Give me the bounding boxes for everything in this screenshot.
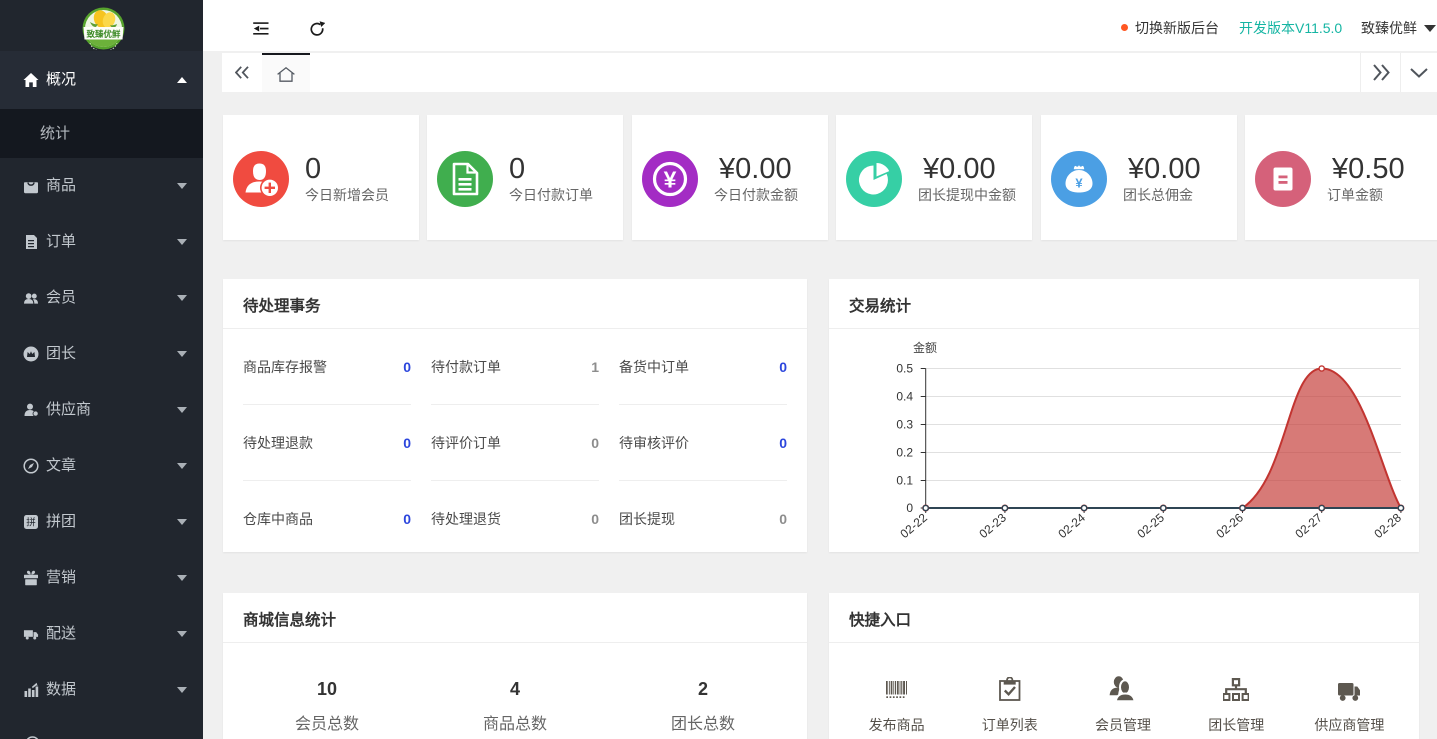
svg-text:02-28: 02-28 xyxy=(1371,510,1404,541)
svg-text:0.1: 0.1 xyxy=(896,474,913,488)
svg-text:02-22: 02-22 xyxy=(897,510,930,541)
svg-text:致臻优鲜: 致臻优鲜 xyxy=(86,29,121,39)
svg-text:金额: 金额 xyxy=(913,340,937,355)
svg-text:0: 0 xyxy=(906,501,913,515)
svg-text:0.4: 0.4 xyxy=(896,390,913,404)
svg-text:拼: 拼 xyxy=(26,517,36,529)
svg-text:02-25: 02-25 xyxy=(1134,510,1167,541)
svg-text:0.3: 0.3 xyxy=(896,418,913,432)
svg-text:0.2: 0.2 xyxy=(896,446,913,460)
svg-text:02-23: 02-23 xyxy=(976,510,1009,541)
svg-text:02-26: 02-26 xyxy=(1213,510,1246,541)
svg-text:¥: ¥ xyxy=(1075,176,1083,191)
svg-text:02-27: 02-27 xyxy=(1292,510,1325,541)
svg-text:02-24: 02-24 xyxy=(1055,510,1088,541)
svg-text:¥: ¥ xyxy=(664,167,677,193)
svg-text:0.5: 0.5 xyxy=(896,362,913,376)
